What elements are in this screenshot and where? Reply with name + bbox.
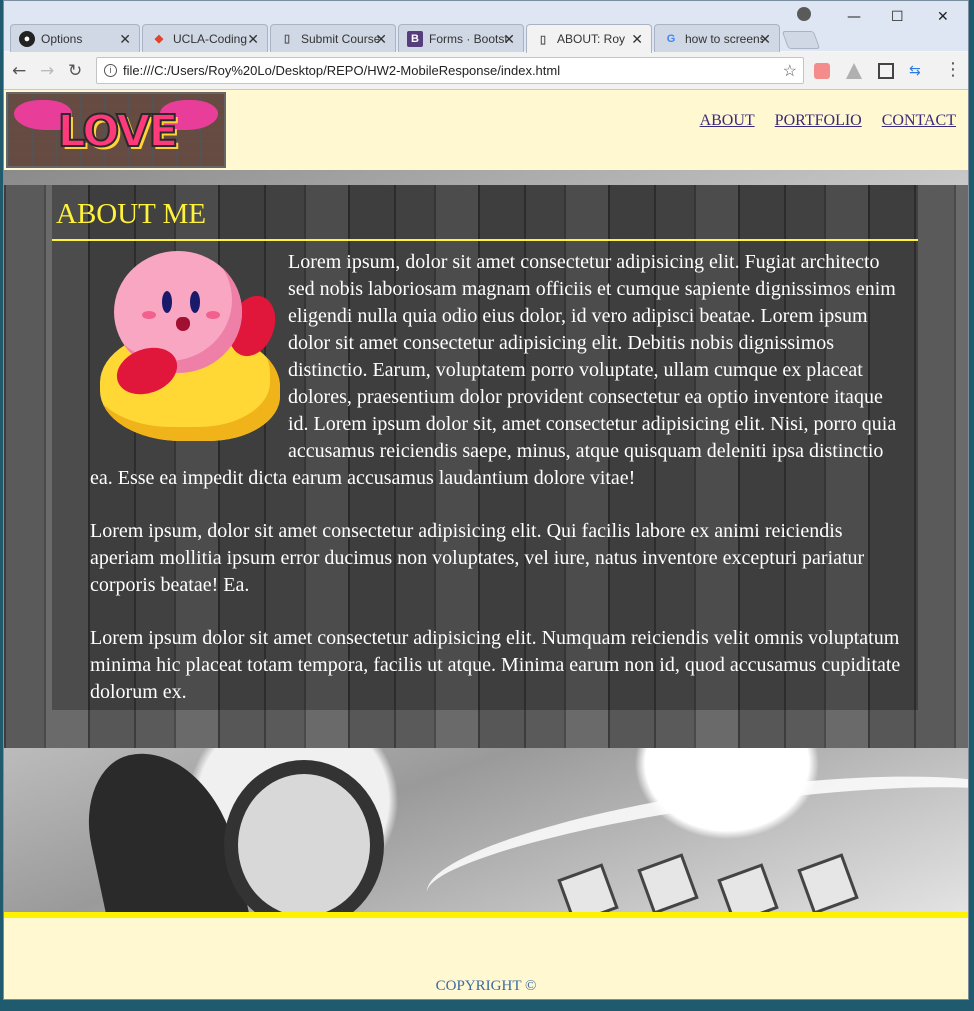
profile-icon[interactable] [797,7,811,21]
tab-title: Forms · Bootstrap [429,31,507,46]
tab-title: UCLA-Coding [173,31,248,46]
extension-icon[interactable] [814,63,830,79]
close-icon[interactable]: ✕ [503,31,515,48]
info-icon[interactable]: i [104,64,117,77]
image-spacer [90,249,288,449]
about-paragraph: Lorem ipsum, dolor sit amet consectetur … [90,520,865,596]
gitlab-icon: ◆ [154,33,164,45]
site-header: LOVE ABOUT PORTFOLIO CONTACT [4,90,968,170]
drive-icon[interactable] [846,63,862,79]
tab-strip: ● Options ✕ ◆ UCLA-Coding ✕ ▯ Submit Cou… [4,1,968,53]
tab-about-roy[interactable]: ▯ ABOUT: Roy ✕ [526,24,652,53]
site-nav: ABOUT PORTFOLIO CONTACT [700,112,956,130]
about-text: Lorem ipsum, dolor sit amet consectetur … [90,249,902,732]
google-icon: G [666,32,676,45]
back-icon[interactable]: ← [12,61,26,81]
address-bar[interactable]: i file:///C:/Users/Roy%20Lo/Desktop/REPO… [96,57,804,84]
about-heading: ABOUT ME [56,198,207,230]
about-paragraph: Lorem ipsum dolor sit amet consectetur a… [90,627,901,703]
copyright-text: COPYRIGHT © [435,978,537,994]
document-icon: ▯ [283,33,291,45]
sync-icon[interactable]: ⇆ [909,63,925,79]
forward-icon[interactable]: → [40,61,54,81]
maximize-icon[interactable]: ☐ [891,9,904,25]
hero-section: ABOUT ME Lorem ipsum, dolor sit amet con… [4,170,968,912]
nav-portfolio-link[interactable]: PORTFOLIO [775,112,862,130]
document-icon: ▯ [539,33,547,46]
tab-forms-bootstrap[interactable]: B Forms · Bootstrap ✕ [398,24,524,52]
close-icon[interactable]: ✕ [247,31,259,48]
bookmark-star-icon[interactable]: ☆ [783,61,797,81]
menu-icon[interactable]: ⋮ [944,59,962,80]
close-icon[interactable]: ✕ [119,31,131,48]
new-tab-button[interactable] [781,31,821,49]
tab-title: how to screenshot [685,31,763,46]
minimize-icon[interactable]: — [847,9,861,25]
tab-ucla-coding[interactable]: ◆ UCLA-Coding ✕ [142,24,268,52]
close-icon[interactable]: ✕ [759,31,771,48]
tab-title: Options [41,31,83,46]
github-icon: ● [19,30,35,47]
address-text: file:///C:/Users/Roy%20Lo/Desktop/REPO/H… [123,63,561,78]
browser-window: ● Options ✕ ◆ UCLA-Coding ✕ ▯ Submit Cou… [3,0,969,1000]
browser-toolbar: ← → ↻ i file:///C:/Users/Roy%20Lo/Deskto… [4,52,968,90]
tab-how-to-screenshot[interactable]: G how to screenshot ✕ [654,24,780,52]
about-panel: ABOUT ME Lorem ipsum, dolor sit amet con… [4,185,968,748]
logo-text: LOVE [57,106,180,157]
tab-title: Submit Course [301,31,379,46]
window-close-icon[interactable]: ✕ [937,9,949,25]
bootstrap-icon: B [407,30,423,47]
screenshot-icon[interactable] [878,63,894,79]
nav-contact-link[interactable]: CONTACT [882,112,956,130]
reload-icon[interactable]: ↻ [68,61,82,81]
close-icon[interactable]: ✕ [631,31,643,48]
heading-divider [52,239,918,241]
tab-options[interactable]: ● Options ✕ [10,24,140,52]
close-icon[interactable]: ✕ [375,31,387,48]
nav-about-link[interactable]: ABOUT [700,112,755,130]
tab-submit-course[interactable]: ▯ Submit Course ✕ [270,24,396,52]
site-logo[interactable]: LOVE [6,92,226,168]
tab-title: ABOUT: Roy [557,32,626,46]
site-footer: COPYRIGHT © [4,918,968,999]
page: LOVE ABOUT PORTFOLIO CONTACT ABOUT ME Lo… [4,90,968,999]
